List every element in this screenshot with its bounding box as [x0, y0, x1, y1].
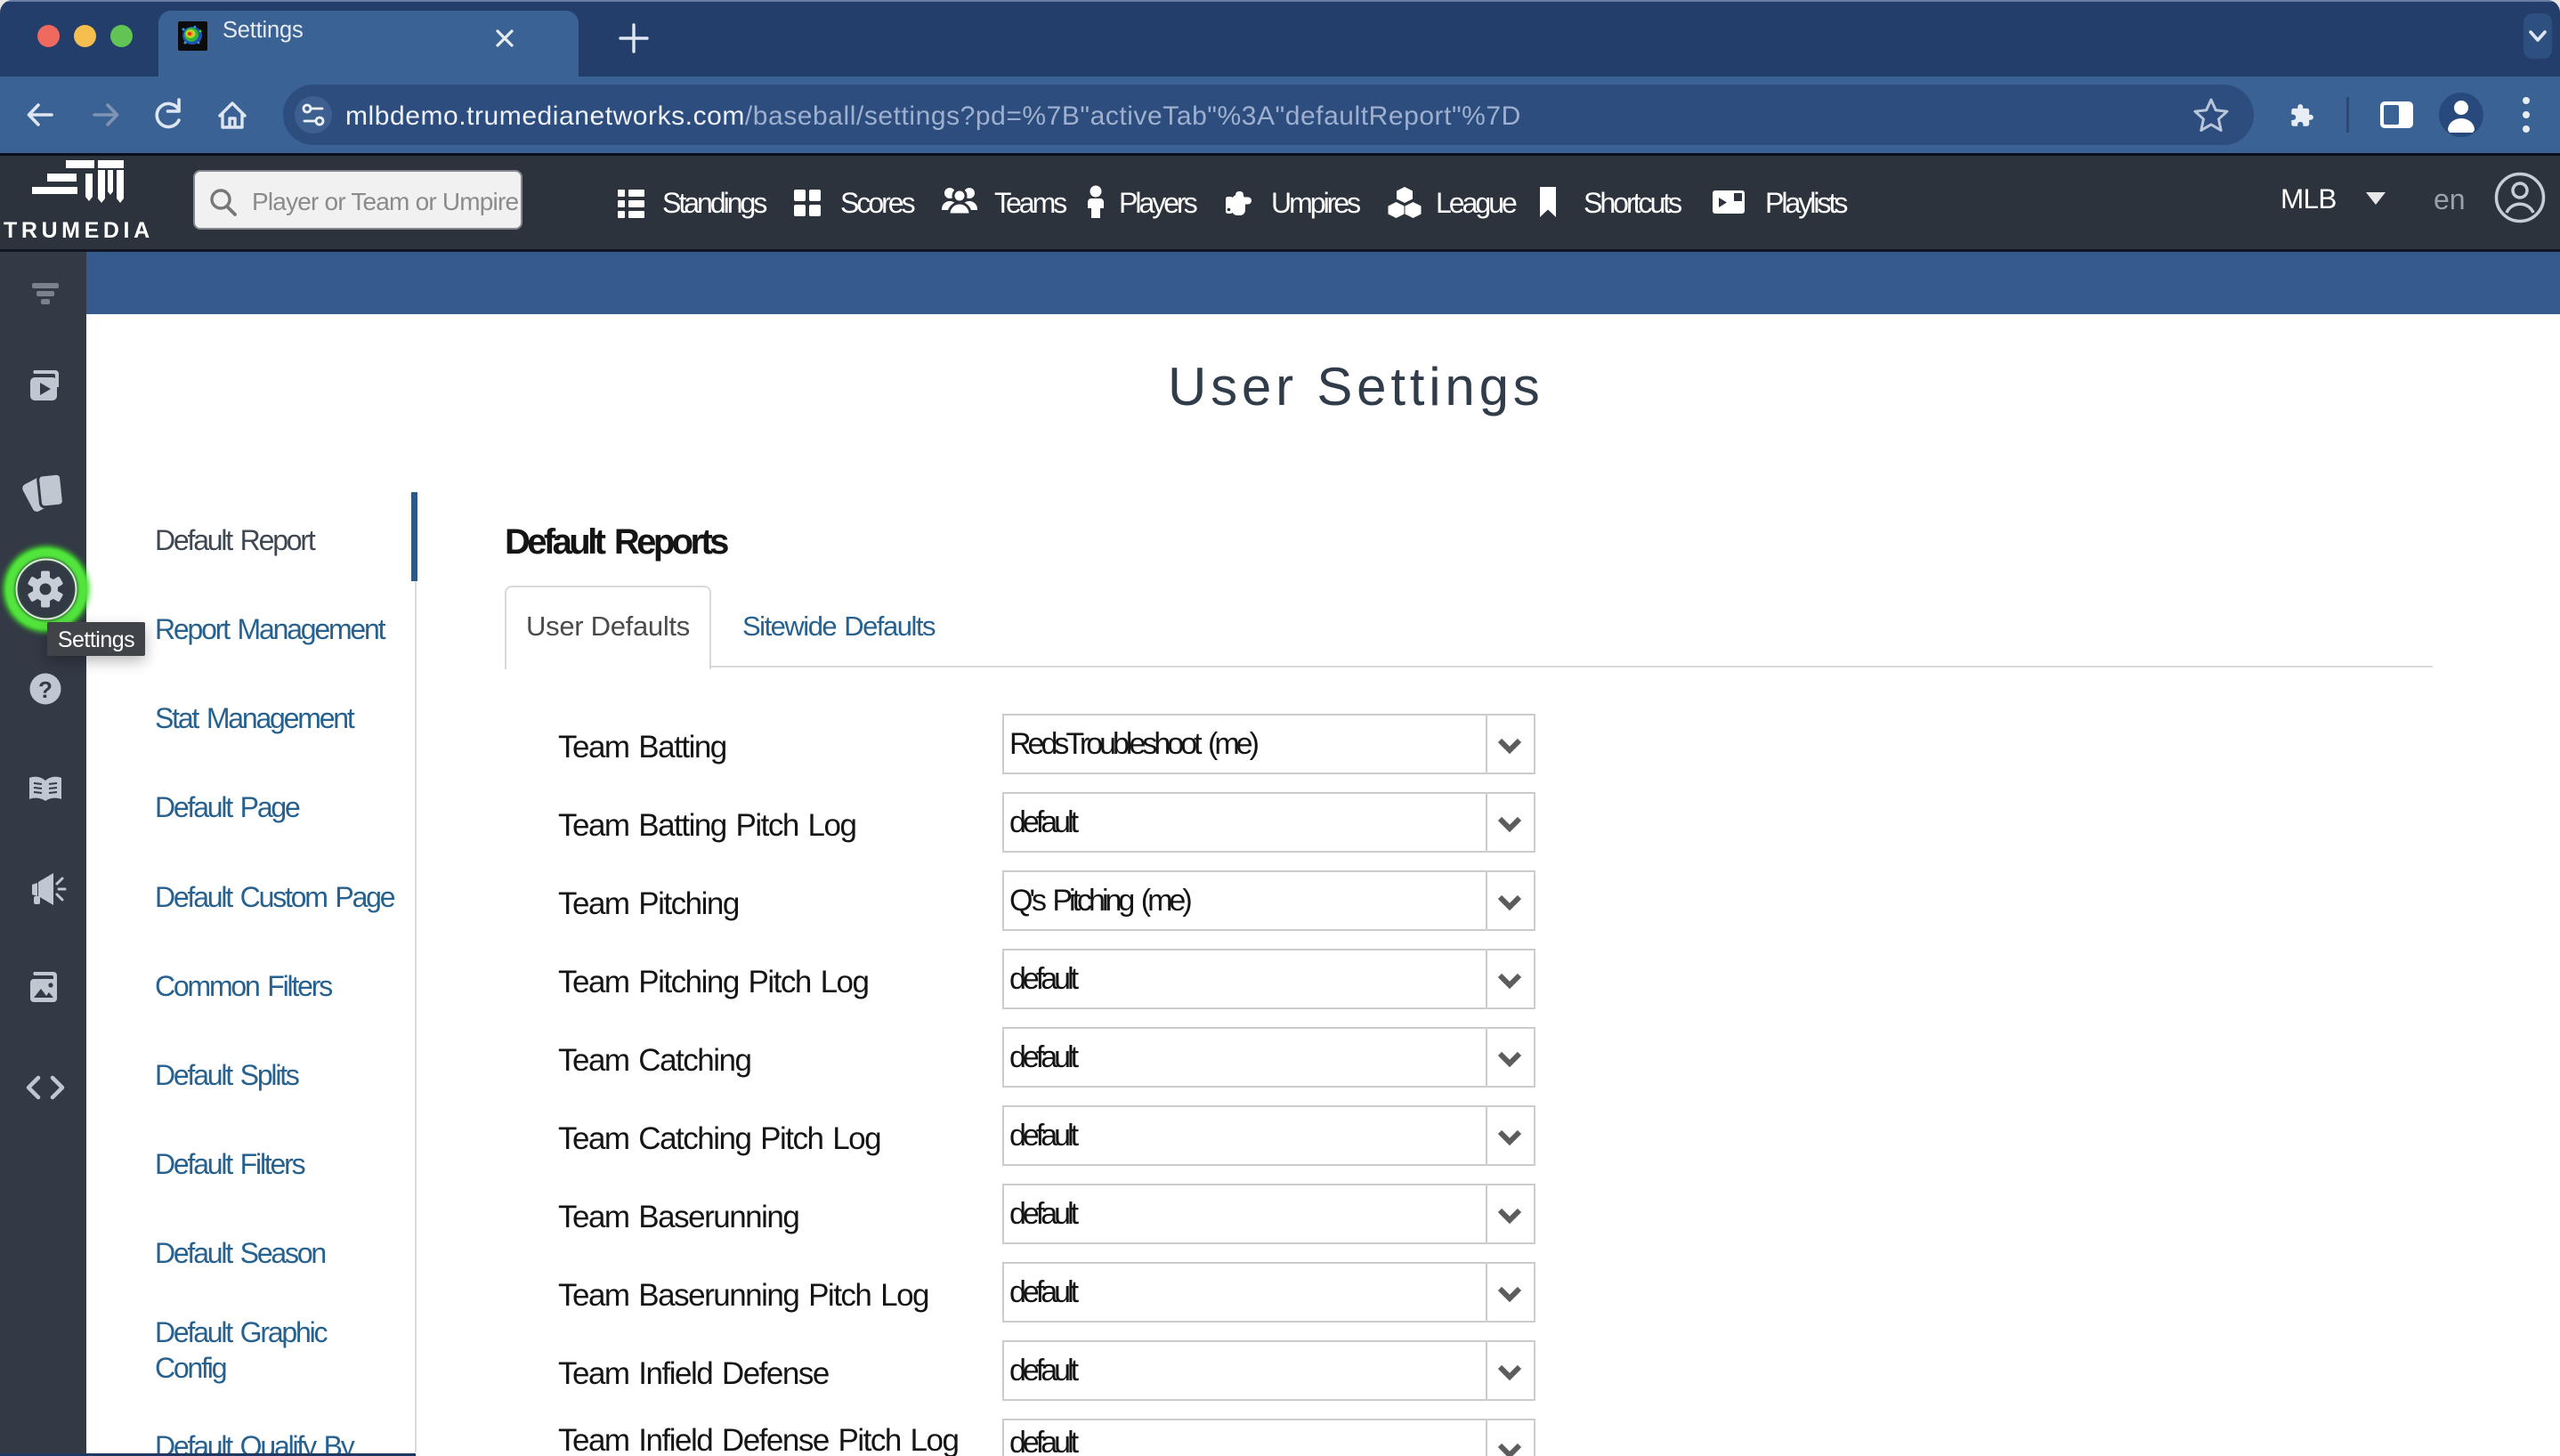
svg-text:?: ?: [38, 676, 53, 703]
